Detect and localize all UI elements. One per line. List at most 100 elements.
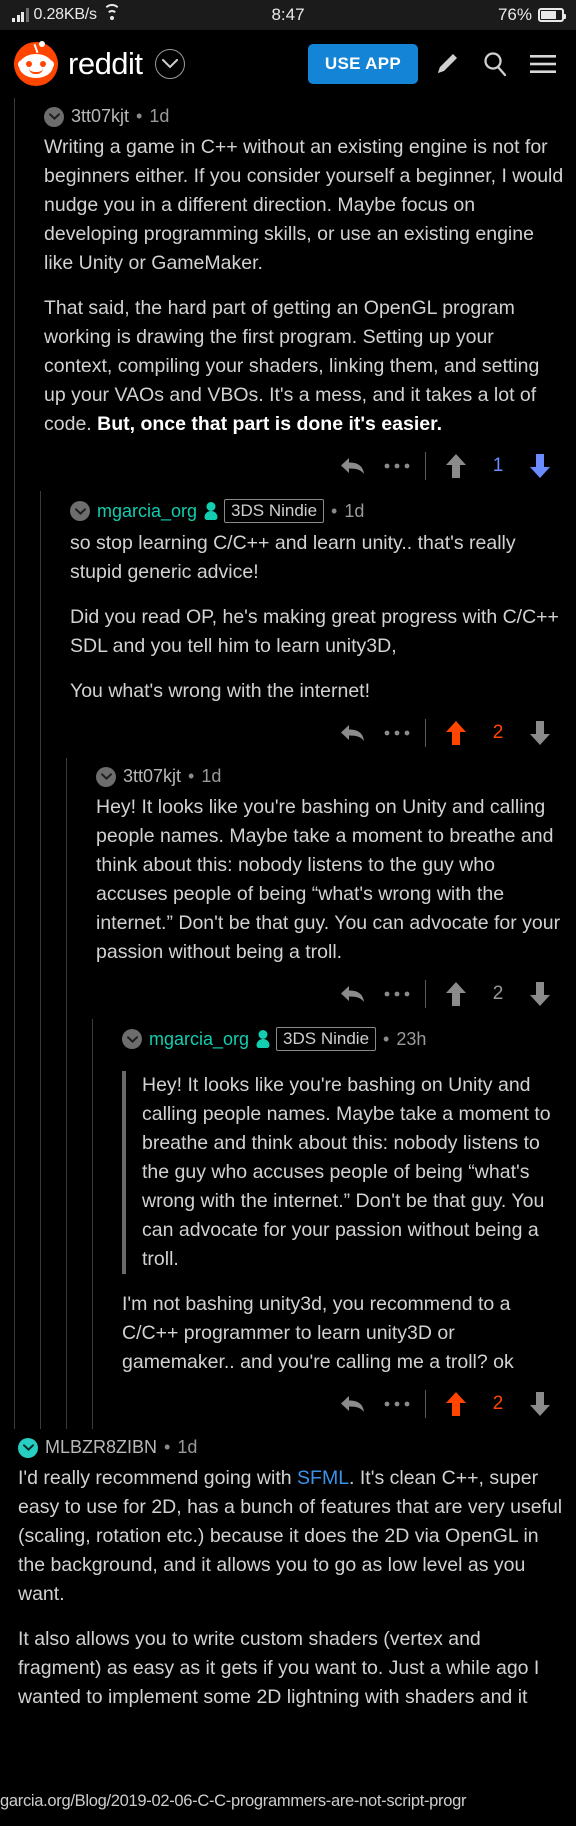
- comment-body: 3tt07kjt • 1d Hey! It looks like you're bas…: [96, 758, 576, 1019]
- comment-text: Writing a game in C++ without an existin…: [44, 133, 566, 439]
- reddit-snoo-logo[interactable]: [14, 41, 58, 86]
- status-bar: 0.28KB/s 8:47 76%: [0, 0, 576, 30]
- thread-rail: [14, 758, 15, 1019]
- battery-icon: [538, 8, 566, 22]
- comment: mgarcia_org 3DS Nindie • 1d so stop learning…: [0, 491, 576, 758]
- comment-author[interactable]: mgarcia_org: [97, 501, 197, 522]
- reply-arrow-icon[interactable]: [331, 977, 375, 1011]
- user-badge-icon: [204, 501, 218, 521]
- bold-text: But, once that part is done it's easier.: [97, 413, 443, 435]
- network-speed-label: 0.28KB/s: [33, 6, 98, 23]
- overlay-url-text: garcia.org/Blog/2019-02-06-C-C-programme…: [0, 1792, 467, 1810]
- comment-body: mgarcia_org 3DS Nindie • 23h Hey! It looks l…: [122, 1019, 576, 1429]
- upvote-arrow-icon[interactable]: [434, 1387, 478, 1421]
- comment-body: 3tt07kjt • 1d Writing a game in C++ without…: [44, 98, 576, 491]
- thread-rail: [40, 758, 41, 1019]
- comment-header: 3tt07kjt • 1d: [44, 98, 566, 133]
- collapse-comment-icon[interactable]: [70, 501, 90, 521]
- action-divider: [425, 452, 426, 480]
- comment: mgarcia_org 3DS Nindie • 23h Hey! It looks l…: [0, 1019, 576, 1429]
- comment-paragraph: Writing a game in C++ without an existin…: [44, 136, 564, 274]
- collapse-comment-icon[interactable]: [96, 766, 116, 787]
- search-icon[interactable]: [476, 44, 514, 84]
- comment: 3tt07kjt • 1d Writing a game in C++ without…: [0, 98, 576, 491]
- action-divider: [425, 980, 426, 1008]
- more-options-icon[interactable]: [375, 449, 419, 483]
- comment-action-bar: 2: [122, 1377, 566, 1429]
- pencil-icon[interactable]: [428, 44, 466, 84]
- comment-author[interactable]: 3tt07kjt: [123, 766, 181, 787]
- downvote-arrow-icon[interactable]: [518, 449, 562, 483]
- battery-percent-label: 76%: [497, 5, 532, 24]
- blockquote-paragraph: Hey! It looks like you're bashing on Uni…: [142, 1074, 551, 1270]
- downvote-arrow-icon[interactable]: [518, 716, 562, 750]
- inline-link[interactable]: SFML: [297, 1467, 349, 1489]
- chevron-down-icon[interactable]: [154, 49, 185, 79]
- action-divider: [425, 719, 426, 747]
- app-header: reddit USE APP: [0, 30, 576, 98]
- signal-bars-icon: [12, 8, 29, 22]
- meta-separator: •: [164, 1437, 171, 1457]
- comment-author[interactable]: mgarcia_org: [149, 1029, 249, 1050]
- more-options-icon[interactable]: [375, 1387, 419, 1421]
- comment-header: mgarcia_org 3DS Nindie • 23h: [122, 1019, 566, 1057]
- comment-paragraph: You what's wrong with the internet!: [70, 680, 371, 702]
- comment-header: mgarcia_org 3DS Nindie • 1d: [70, 491, 566, 529]
- hamburger-menu-icon[interactable]: [524, 44, 562, 84]
- comment: 3tt07kjt • 1d Hey! It looks like you're bas…: [0, 758, 576, 1019]
- comment-paragraph: That said, the hard part of getting an O…: [44, 297, 540, 435]
- vote-score: 2: [492, 1393, 504, 1414]
- comment-author[interactable]: 3tt07kjt: [71, 106, 129, 127]
- thread-rail: [92, 1019, 93, 1429]
- comment-body: MLBZR8ZIBN • 1d I'd really recommend going …: [18, 1429, 576, 1712]
- comment-author[interactable]: MLBZR8ZIBN: [45, 1437, 157, 1458]
- comment-text: so stop learning C/C++ and learn unity..…: [70, 529, 566, 706]
- comment-header: MLBZR8ZIBN • 1d: [18, 1429, 566, 1464]
- author-flair: 3DS Nindie: [276, 1027, 377, 1051]
- comment-paragraph: so stop learning C/C++ and learn unity..…: [70, 532, 516, 583]
- thread-rail: [14, 1019, 15, 1429]
- thread-rail: [40, 491, 41, 758]
- thread-rail: [14, 98, 15, 491]
- comment-paragraph: I'd really recommend going with SFML. It…: [18, 1467, 563, 1605]
- comment-thread: 3tt07kjt • 1d Writing a game in C++ without…: [0, 98, 576, 1716]
- action-divider: [425, 1390, 426, 1418]
- comment-age: 23h: [396, 1028, 427, 1049]
- comment-paragraph: Hey! It looks like you're bashing on Uni…: [96, 796, 561, 963]
- more-options-icon[interactable]: [375, 977, 419, 1011]
- comment-action-bar: 2: [70, 706, 566, 758]
- comment-body: mgarcia_org 3DS Nindie • 1d so stop learning…: [70, 491, 576, 758]
- more-options-icon[interactable]: [375, 716, 419, 750]
- reply-arrow-icon[interactable]: [331, 449, 375, 483]
- meta-separator: •: [136, 106, 143, 126]
- comment-text: Hey! It looks like you're bashing on Uni…: [122, 1071, 566, 1377]
- collapse-comment-icon[interactable]: [122, 1029, 142, 1049]
- status-bar-right: 76%: [497, 5, 566, 25]
- collapse-comment-icon[interactable]: [18, 1437, 38, 1458]
- meta-separator: •: [383, 1028, 390, 1049]
- comment-age: 1d: [149, 106, 170, 126]
- meta-separator: •: [188, 766, 195, 786]
- reply-arrow-icon[interactable]: [331, 1387, 375, 1421]
- collapse-comment-icon[interactable]: [44, 106, 64, 127]
- vote-score: 2: [492, 722, 504, 743]
- status-bar-left: 0.28KB/s: [12, 4, 121, 24]
- comment-action-bar: 1: [44, 439, 566, 491]
- comment-age: 1d: [344, 500, 365, 521]
- vote-score: 1: [492, 455, 504, 476]
- upvote-arrow-icon[interactable]: [434, 977, 478, 1011]
- user-badge-icon: [256, 1029, 270, 1049]
- reply-arrow-icon[interactable]: [331, 716, 375, 750]
- reddit-wordmark: reddit: [68, 46, 143, 81]
- thread-rail: [14, 491, 15, 758]
- comment-header: 3tt07kjt • 1d: [96, 758, 566, 793]
- downvote-arrow-icon[interactable]: [518, 977, 562, 1011]
- downvote-arrow-icon[interactable]: [518, 1387, 562, 1421]
- use-app-button[interactable]: USE APP: [307, 44, 418, 84]
- comment-paragraph: It also allows you to write custom shade…: [18, 1628, 540, 1708]
- upvote-arrow-icon[interactable]: [434, 449, 478, 483]
- comment-text: I'd really recommend going with SFML. It…: [18, 1464, 566, 1712]
- upvote-arrow-icon[interactable]: [434, 716, 478, 750]
- comment-paragraph: Did you read OP, he's making great progr…: [70, 606, 559, 657]
- meta-separator: •: [331, 500, 338, 521]
